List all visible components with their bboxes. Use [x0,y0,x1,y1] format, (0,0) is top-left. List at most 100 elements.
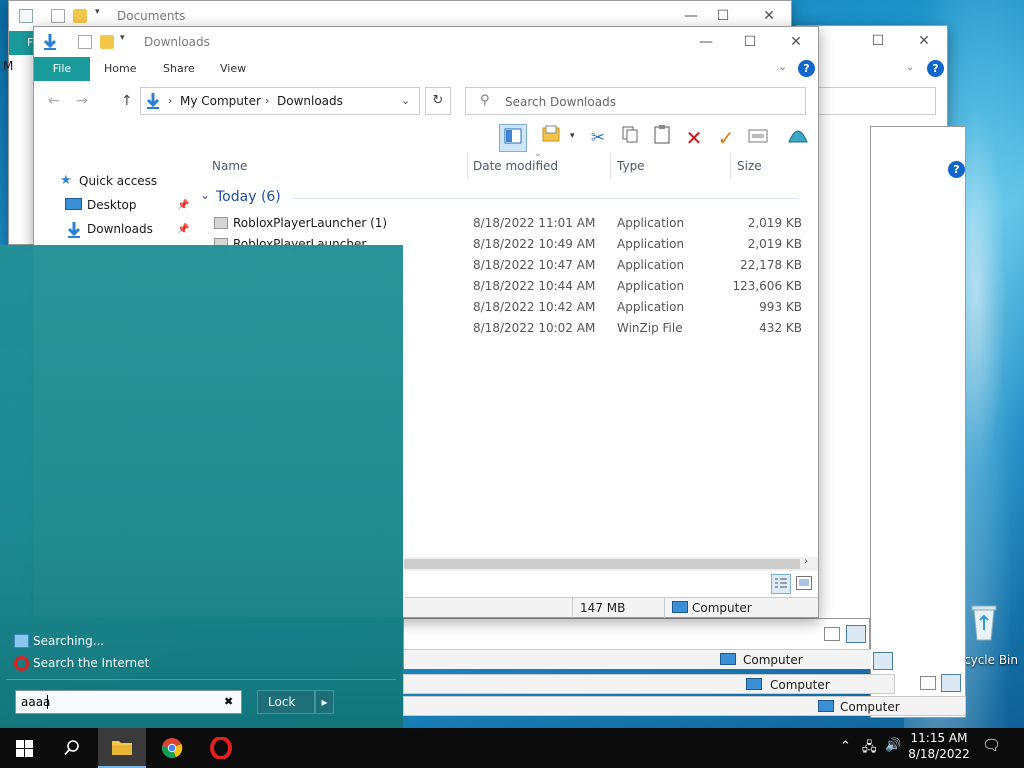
tab-home[interactable]: Home [104,57,136,81]
tab-share[interactable]: Share [163,57,195,81]
scrollbar-thumb[interactable] [404,559,800,569]
paste-icon[interactable] [648,124,676,152]
start-button[interactable] [0,728,48,768]
lock-button[interactable]: Lock [257,690,315,714]
minimize-button[interactable]: — [677,5,705,27]
cut-icon[interactable]: ✂ [584,124,612,152]
properties-icon[interactable] [19,9,33,23]
breadcrumb-my-computer[interactable]: My Computer [180,94,261,108]
pin-icon[interactable]: 📌 [177,200,189,211]
col-date-modified[interactable]: Date modified [473,159,558,173]
view-details-icon-3[interactable] [920,676,936,690]
rename-check-icon[interactable]: ✓ [712,124,740,152]
delete-icon[interactable]: ✕ [680,124,708,152]
table-row[interactable]: RobloxPlayerLauncher (1) 8/18/2022 11:01… [202,213,810,234]
taskbar-file-explorer[interactable] [98,728,146,768]
maximize-button[interactable]: ☐ [736,31,764,53]
tree-quick-access[interactable]: Quick access [79,174,157,188]
copy-icon[interactable] [616,124,644,152]
start-search-panel[interactable]: Searching... Search the Internet aaaa ✖ … [0,245,403,728]
folder-icon[interactable] [100,35,114,49]
clear-search-icon[interactable]: ✖ [224,695,233,708]
opera-icon [14,656,29,671]
back-chevron-icon[interactable]: ⌄ [906,62,914,73]
group-collapse-icon[interactable]: ⌄ [200,188,210,202]
back-window-status-3[interactable]: Computer [403,672,966,718]
properties-button[interactable] [537,124,565,152]
refresh-button[interactable]: ↻ [425,87,451,115]
start-search-input[interactable]: aaaa ✖ [15,690,242,714]
clock-time: 11:15 AM [910,731,968,745]
lock-options-button[interactable]: ▸ [315,690,334,714]
downloads-titlebar[interactable]: ▾ Downloads — ☐ ✕ [34,27,818,57]
back-arrow-icon[interactable]: ← [48,93,60,109]
view-preview-icon-2[interactable] [873,652,893,670]
tab-file[interactable]: File [34,57,90,81]
breadcrumb-separator-icon[interactable]: › [265,94,269,107]
file-size: 22,178 KB [740,258,802,272]
address-bar[interactable]: › My Computer › Downloads ⌄ [140,87,420,115]
searching-row[interactable]: Searching... [14,633,214,651]
col-name[interactable]: Name [212,159,247,173]
back-help-icon[interactable]: ? [927,60,944,77]
scroll-right-icon[interactable]: › [804,556,808,567]
tree-desktop[interactable]: Desktop [87,198,137,212]
help-icon[interactable]: ? [798,60,815,77]
clock[interactable]: 11:15 AM 8/18/2022 [906,731,972,761]
horizontal-scrollbar[interactable]: › [404,556,818,571]
documents-title: Documents [117,9,186,23]
status-bar: 147 MB Computer [404,597,818,618]
file-type: Application [617,237,685,251]
far-help-icon[interactable]: ? [948,161,965,178]
view-preview-icon[interactable] [846,625,866,643]
status-separator [664,598,665,618]
view-preview-icon-3[interactable] [941,674,961,692]
address-dropdown-icon[interactable]: ⌄ [401,94,410,107]
file-size: 432 KB [759,321,802,335]
properties-dropdown-icon[interactable]: ▾ [570,131,575,141]
start-search-value: aaaa [21,695,51,709]
qat-dropdown-icon[interactable]: ▾ [95,7,100,17]
view-details-icon[interactable] [824,627,840,641]
network-icon[interactable]: 🖧 [862,738,877,760]
download-arrow-icon[interactable] [42,33,58,51]
back-maximize-button[interactable]: ☐ [864,30,892,52]
maximize-button[interactable]: ☐ [709,5,737,27]
notifications-icon[interactable]: 🗨 [982,736,1001,754]
qat-dropdown-icon[interactable]: ▾ [120,33,125,43]
pin-icon[interactable]: 📌 [177,224,189,235]
select-all-icon[interactable] [744,124,772,152]
downloads-tree-icon [66,221,82,239]
taskbar-search-button[interactable] [48,728,96,768]
forward-arrow-icon[interactable]: → [76,93,88,109]
search-box[interactable]: ⚲ Search Downloads [465,87,806,115]
folder-icon [112,741,132,755]
tree-downloads[interactable]: Downloads [87,222,153,236]
taskbar-chrome[interactable] [148,728,196,768]
preview-pane-button[interactable] [499,124,527,152]
checklist-icon[interactable] [51,9,65,23]
group-header[interactable]: ⌄ Today (6) [200,187,802,209]
large-icons-view-button[interactable] [796,576,812,590]
volume-icon[interactable]: 🔊 [885,738,901,753]
minimize-button[interactable]: — [692,31,720,53]
search-internet-row[interactable]: Search the Internet [14,655,214,673]
shell-icon[interactable] [784,124,812,152]
back-window-far[interactable]: ? [870,126,966,718]
close-button[interactable]: ✕ [782,31,810,53]
checklist-icon[interactable] [78,35,92,49]
col-type[interactable]: Type [617,159,645,173]
taskbar-opera[interactable] [197,728,245,768]
breadcrumb-separator-icon[interactable]: › [168,94,172,107]
breadcrumb-downloads[interactable]: Downloads [277,94,343,108]
tab-view[interactable]: View [220,57,246,81]
show-hidden-icons-button[interactable]: ⌃ [840,739,851,754]
up-arrow-icon[interactable]: ↑ [121,93,133,109]
close-button[interactable]: ✕ [755,5,783,27]
back-close-button[interactable]: ✕ [910,30,938,52]
details-view-button[interactable] [771,574,791,594]
recycle-bin[interactable]: cycle Bin [958,602,1024,672]
folder-icon[interactable] [73,9,87,23]
col-size[interactable]: Size [737,159,762,173]
ribbon-expand-chevron-icon[interactable]: ⌄ [778,60,787,73]
